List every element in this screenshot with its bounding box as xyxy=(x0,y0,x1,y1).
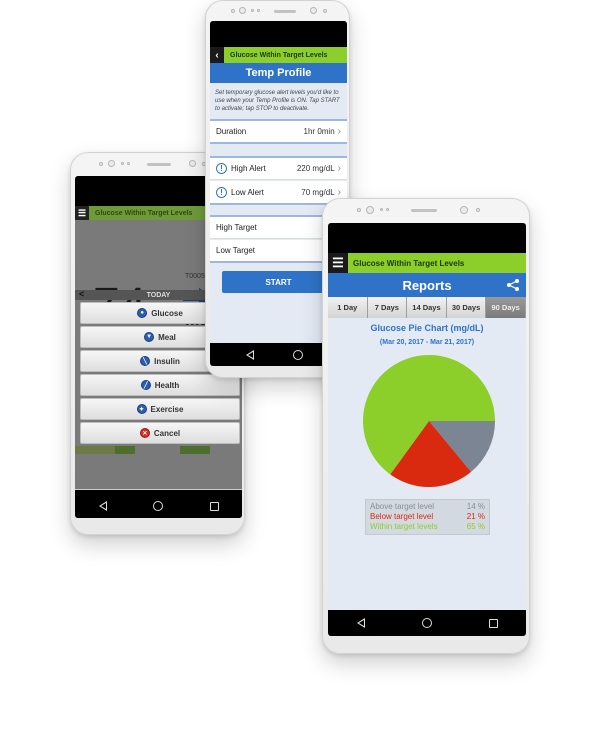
chart-legend: Above target level 14 % Below target level… xyxy=(365,499,490,535)
close-icon: ✕ xyxy=(139,428,150,438)
home-icon[interactable] xyxy=(288,345,308,365)
phone-reports: ☰ Glucose Within Target Levels Reports 1… xyxy=(322,198,530,654)
high-target-label: High Target xyxy=(216,223,257,232)
status-area xyxy=(210,21,347,47)
android-navbar xyxy=(75,494,242,518)
menu-item-label: Glucose xyxy=(151,308,183,318)
tab-1-day[interactable]: 1 Day xyxy=(328,297,368,318)
legend-label: Within target levels xyxy=(370,522,438,531)
legend-label: Below target level xyxy=(370,512,434,521)
app-header: ‹ Glucose Within Target Levels xyxy=(210,47,347,63)
legend-label: Above target level xyxy=(370,502,435,511)
hamburger-menu-icon[interactable]: ☰ xyxy=(328,253,348,273)
chart-title: Glucose Pie Chart (mg/dL) xyxy=(370,323,484,333)
legend-entry: Above target level 14 % xyxy=(370,502,485,512)
duration-label: Duration xyxy=(216,127,247,136)
menu-item-health[interactable]: ╱ Health xyxy=(80,374,240,396)
menu-item-label: Exercise xyxy=(150,404,184,414)
recent-apps-icon[interactable] xyxy=(483,613,503,633)
phone-bezel-top xyxy=(323,199,529,221)
app-title: Glucose Within Target Levels xyxy=(95,209,193,217)
tab-90-days[interactable]: 90 Days xyxy=(486,297,526,318)
runner-icon: ✦ xyxy=(136,404,147,414)
android-navbar xyxy=(328,610,526,636)
syringe-icon: ╲ xyxy=(140,356,151,366)
chevron-right-icon: › xyxy=(337,126,341,137)
chevron-right-icon: › xyxy=(337,163,341,174)
hamburger-menu-icon[interactable]: ☰ xyxy=(75,206,89,220)
page-title: Temp Profile xyxy=(210,63,347,83)
start-button[interactable]: START xyxy=(222,271,335,293)
duration-value: 1hr 0min xyxy=(303,127,335,136)
menu-item-exercise[interactable]: ✦ Exercise xyxy=(80,398,240,420)
bandage-icon: ╱ xyxy=(140,380,151,390)
legend-entry: Within target levels 65 % xyxy=(370,522,485,532)
recent-apps-icon[interactable] xyxy=(204,496,224,516)
app-header: ☰ Glucose Within Target Levels xyxy=(328,253,526,273)
temp-profile-description: Set temporary glucose alert levels you'd… xyxy=(215,90,340,112)
day-label: TODAY xyxy=(146,291,171,299)
range-tabs: 1 Day 7 Days 14 Days 30 Days 90 Days xyxy=(328,297,526,318)
menu-item-label: Insulin xyxy=(154,356,180,366)
share-icon[interactable] xyxy=(506,278,520,292)
graph-area xyxy=(75,454,242,490)
app-title: Glucose Within Target Levels xyxy=(353,258,465,268)
page-title-bar: Reports xyxy=(328,273,526,297)
glucose-pie-chart xyxy=(363,355,495,487)
status-area xyxy=(328,223,526,253)
home-icon[interactable] xyxy=(417,613,437,633)
screen: ☰ Glucose Within Target Levels Reports 1… xyxy=(328,223,526,636)
duration-row[interactable]: Duration 1hr 0min › xyxy=(210,121,347,142)
home-icon[interactable] xyxy=(148,496,168,516)
back-icon[interactable] xyxy=(240,345,260,365)
graph-strip xyxy=(75,446,242,454)
chevron-right-icon: › xyxy=(337,186,341,198)
chevron-left-icon[interactable]: < xyxy=(79,289,84,299)
back-icon[interactable] xyxy=(93,496,113,516)
tab-30-days[interactable]: 30 Days xyxy=(446,297,487,318)
drop-icon: ● xyxy=(137,308,148,318)
tab-7-days[interactable]: 7 Days xyxy=(367,297,408,318)
low-alert-label: Low Alert xyxy=(231,187,264,197)
chart-subtitle: (Mar 20, 2017 - Mar 21, 2017) xyxy=(379,339,475,346)
low-alert-value: 70 mg/dL xyxy=(301,187,335,197)
back-icon[interactable] xyxy=(351,613,371,633)
legend-value: 21 % xyxy=(466,512,485,521)
tab-14-days[interactable]: 14 Days xyxy=(407,297,447,318)
page-title: Reports xyxy=(402,277,452,293)
glass-icon: ▼ xyxy=(144,332,155,342)
menu-item-cancel[interactable]: ✕ Cancel xyxy=(80,422,240,444)
alert-icon: ! xyxy=(216,186,227,198)
high-alert-row[interactable]: ! High Alert 220 mg/dL › xyxy=(210,158,347,180)
back-chevron-icon[interactable]: ‹ xyxy=(210,47,224,63)
app-title: Glucose Within Target Levels xyxy=(230,51,328,59)
high-alert-value: 220 mg/dL xyxy=(296,164,335,173)
legend-value: 65 % xyxy=(466,522,485,531)
low-target-label: Low Target xyxy=(216,246,255,255)
menu-item-label: Health xyxy=(154,380,180,390)
menu-item-label: Cancel xyxy=(153,428,181,438)
legend-entry: Below target level 21 % xyxy=(370,512,485,522)
menu-item-label: Meal xyxy=(158,332,176,342)
alert-icon: ! xyxy=(216,163,227,174)
legend-value: 14 % xyxy=(466,502,485,511)
phone-bezel-top xyxy=(206,1,349,23)
high-alert-label: High Alert xyxy=(231,164,266,173)
